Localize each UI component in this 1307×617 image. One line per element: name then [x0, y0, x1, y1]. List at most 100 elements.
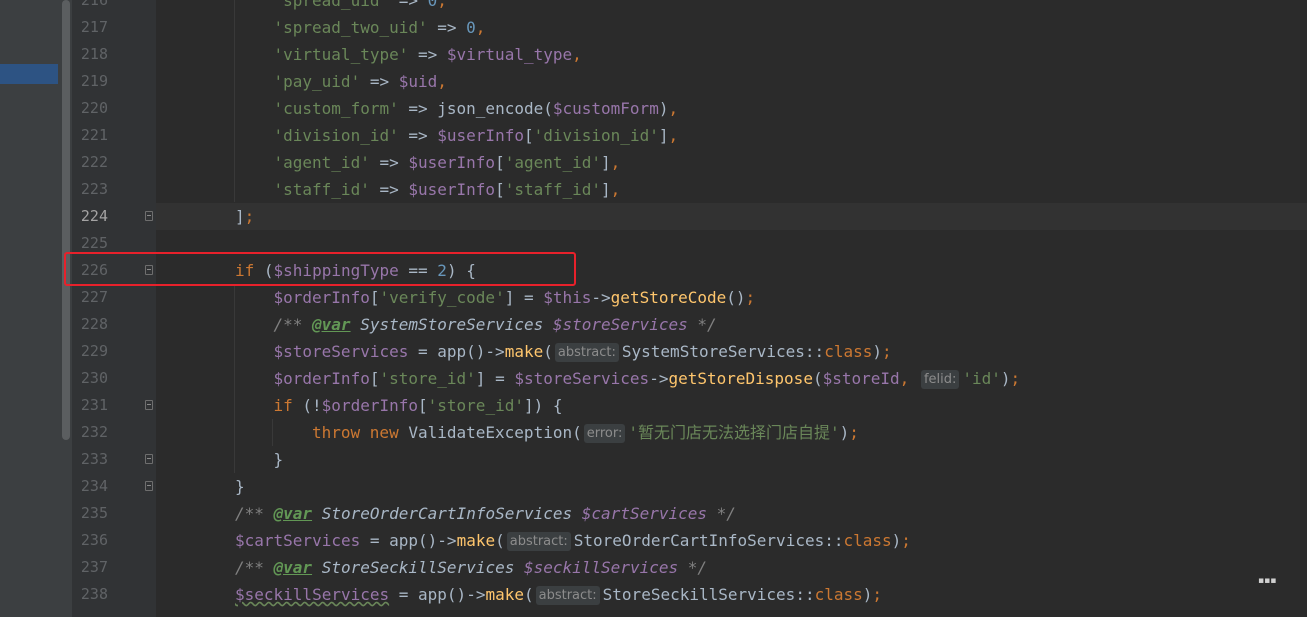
code-text[interactable]: 'spread_two_uid' => 0, [274, 14, 486, 41]
code-token: () [726, 288, 746, 307]
code-token: */ [707, 504, 736, 523]
code-token: ] = [504, 288, 544, 307]
line-number: 218 [80, 45, 108, 63]
code-text[interactable]: throw new ValidateException(error: '暂无门店无… [312, 419, 859, 446]
code-text[interactable]: 'division_id' => $userInfo['division_id'… [274, 122, 679, 149]
code-token: ( [812, 369, 823, 388]
code-token: ) [1000, 369, 1011, 388]
code-line[interactable]: 228 /** @var SystemStoreServices $storeSe… [0, 311, 1307, 338]
fold-marker-icon[interactable] [145, 400, 153, 410]
code-token: 'id' [962, 369, 1001, 388]
fold-marker-icon[interactable] [145, 211, 153, 221]
code-text[interactable]: $storeServices = app()->make(abstract: Sy… [274, 338, 892, 365]
parameter-hint: abstract: [506, 532, 571, 551]
code-token: } [273, 450, 284, 469]
code-text[interactable]: /** @var StoreOrderCartInfoServices $car… [235, 500, 736, 527]
code-text[interactable]: ]; [235, 203, 254, 230]
code-line[interactable]: 235 /** @var StoreOrderCartInfoServices $… [0, 500, 1307, 527]
line-number: 235 [80, 504, 108, 522]
code-text[interactable]: $orderInfo['verify_code'] = $this->getSt… [274, 284, 756, 311]
code-token: 'agent_id' [504, 153, 602, 172]
code-token: $storeServices [514, 369, 650, 388]
code-token: => [389, 0, 428, 10]
code-token: @var [273, 504, 313, 523]
code-line[interactable]: 237 /** @var StoreSeckillServices $seckil… [0, 554, 1307, 581]
line-number: 220 [80, 99, 108, 117]
code-text[interactable]: 'staff_id' => $userInfo['staff_id'], [274, 176, 621, 203]
code-line[interactable]: 229 $storeServices = app()->make(abstract… [0, 338, 1307, 365]
code-line[interactable]: 238 $seckillServices = app()->make(abstra… [0, 581, 1307, 608]
code-text[interactable]: /** @var StoreSeckillServices $seckillSe… [235, 554, 707, 581]
code-line[interactable]: 216 'spread_uid' => 0, [0, 0, 1307, 14]
code-editor[interactable]: 216 'spread_uid' => 0, 217 'spread_two_uid'… [0, 0, 1307, 617]
code-line[interactable]: 234} [0, 473, 1307, 500]
code-token: make [485, 585, 524, 604]
code-token: ; [745, 288, 756, 307]
code-text[interactable]: 'custom_form' => json_encode($customForm… [274, 95, 679, 122]
code-text[interactable]: $cartServices = app()->make(abstract: Sto… [235, 527, 911, 554]
code-line[interactable]: 232 throw new ValidateException(error: '暂无… [0, 419, 1307, 446]
code-token: ) [839, 423, 850, 442]
code-token: 'staff_id' [273, 180, 370, 199]
parameter-hint: abstract: [535, 586, 600, 605]
line-number: 217 [80, 18, 108, 36]
code-token: */ [678, 558, 708, 577]
code-token: SystemStoreServices:: [621, 342, 825, 361]
code-token: '暂无门店无法选择门店自提' [628, 423, 840, 442]
code-line[interactable]: 223 'staff_id' => $userInfo['staff_id'], [0, 176, 1307, 203]
code-text[interactable]: } [274, 446, 284, 473]
code-token: $seckillServices [523, 558, 679, 577]
code-text[interactable]: 'pay_uid' => $uid, [274, 68, 447, 95]
code-line[interactable]: 220 'custom_form' => json_encode($customF… [0, 95, 1307, 122]
code-line[interactable]: 233} [0, 446, 1307, 473]
code-line[interactable]: 231 if (!$orderInfo['store_id']) { [0, 392, 1307, 419]
code-token: ) [872, 342, 882, 361]
code-text[interactable]: /** @var SystemStoreServices $storeServi… [274, 311, 717, 338]
code-token: ]) { [523, 396, 563, 415]
red-annotation-box [64, 252, 576, 286]
code-token: ] [601, 180, 611, 199]
code-token: $orderInfo [321, 396, 418, 415]
line-number: 232 [80, 423, 108, 441]
code-text[interactable]: 'agent_id' => $userInfo['agent_id'], [274, 149, 621, 176]
code-token: $userInfo [408, 180, 496, 199]
code-line[interactable]: 227 $orderInfo['verify_code'] = $this->ge… [0, 284, 1307, 311]
code-token: getStoreDispose [668, 369, 813, 388]
code-line[interactable]: 224]; [0, 203, 1307, 230]
code-token: = app()-> [389, 585, 486, 604]
code-token: ) [891, 531, 902, 550]
line-number: 223 [80, 180, 108, 198]
code-token: = app()-> [360, 531, 457, 550]
code-text[interactable]: $seckillServices = app()->make(abstract:… [235, 581, 882, 608]
code-text[interactable]: 'spread_uid' => 0, [274, 0, 447, 14]
line-number: 228 [80, 315, 108, 333]
code-line[interactable]: 218 'virtual_type' => $virtual_type, [0, 41, 1307, 68]
fold-marker-icon[interactable] [145, 454, 153, 464]
code-token: /** [235, 558, 274, 577]
code-line[interactable]: 221'division_id' => $userInfo['division_… [0, 122, 1307, 149]
code-line[interactable]: 236 $cartServices = app()->make(abstract:… [0, 527, 1307, 554]
code-text[interactable]: if (!$orderInfo['store_id']) { [274, 392, 563, 419]
code-text[interactable]: $orderInfo['store_id'] = $storeServices-… [273, 365, 1021, 392]
code-token: ; [1010, 369, 1021, 388]
fold-marker-icon[interactable] [145, 481, 153, 491]
code-token: => [369, 153, 409, 172]
parameter-hint: abstract: [554, 343, 619, 362]
code-token: , [668, 99, 679, 118]
code-line[interactable]: 222'agent_id' => $userInfo['agent_id'], [0, 149, 1307, 176]
code-token: make [504, 342, 544, 361]
code-token: $storeId [822, 369, 900, 388]
line-number: 233 [80, 450, 108, 468]
code-token: , [610, 153, 621, 172]
code-line[interactable]: 219 'pay_uid' => $uid, [0, 68, 1307, 95]
code-line[interactable]: 217 'spread_two_uid' => 0, [0, 14, 1307, 41]
line-number: 230 [80, 369, 108, 387]
code-text[interactable]: 'virtual_type' => $virtual_type, [274, 41, 582, 68]
watermark-logo: ▪▪▪ [1258, 576, 1277, 586]
code-line[interactable]: 230 $orderInfo['store_id'] = $storeServic… [0, 365, 1307, 392]
line-number: 229 [80, 342, 108, 360]
code-text[interactable]: } [235, 473, 245, 500]
code-token: $orderInfo [273, 369, 370, 388]
code-token: -> [649, 369, 669, 388]
code-token: 'virtual_type' [273, 45, 409, 64]
